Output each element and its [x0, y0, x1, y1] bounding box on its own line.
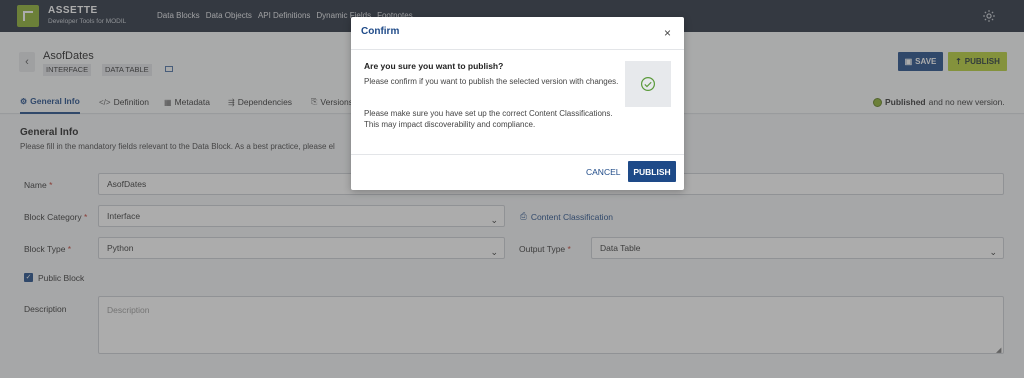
dialog-message-1: Please confirm if you want to publish th… — [364, 77, 619, 86]
confirm-publish-button[interactable]: PUBLISH — [628, 161, 676, 182]
dialog-header: Confirm × — [351, 17, 684, 50]
dialog-message-2: Please make sure you have set up the cor… — [364, 109, 613, 129]
confirm-dialog: Confirm × Are you sure you want to publi… — [351, 17, 684, 190]
close-icon[interactable]: × — [664, 26, 671, 40]
dialog-question: Are you sure you want to publish? — [364, 61, 504, 71]
cancel-button[interactable]: CANCEL — [586, 167, 620, 177]
check-circle-icon — [625, 61, 671, 107]
dialog-title: Confirm — [361, 26, 400, 37]
